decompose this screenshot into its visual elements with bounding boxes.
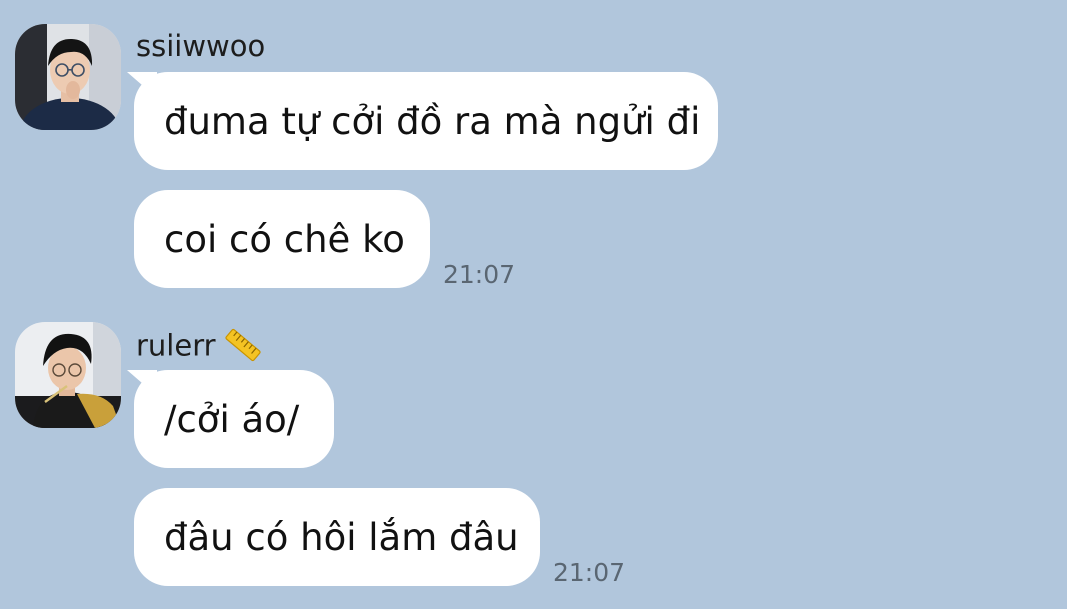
avatar-ssiiwwoo[interactable]	[15, 24, 121, 130]
message-timestamp: 21:07	[443, 260, 516, 289]
avatar-rulerr[interactable]	[15, 322, 121, 428]
message-text: coi có chê ko	[164, 217, 405, 261]
sender-name[interactable]: rulerr	[136, 326, 262, 369]
message-text: /cởi áo/	[164, 397, 300, 441]
avatar-photo-icon	[15, 322, 121, 428]
message-bubble[interactable]: đuma tự cởi đồ ra mà ngửi đi	[134, 72, 718, 170]
avatar-photo-icon	[15, 24, 121, 130]
sender-name[interactable]: ssiiwwoo	[136, 32, 265, 61]
message-timestamp: 21:07	[553, 558, 626, 587]
message-text: đâu có hôi lắm đâu	[164, 515, 519, 559]
ruler-icon	[224, 326, 262, 369]
message-bubble[interactable]: /cởi áo/	[134, 370, 334, 468]
message-bubble[interactable]: đâu có hôi lắm đâu	[134, 488, 540, 586]
message-bubble[interactable]: coi có chê ko	[134, 190, 430, 288]
message-text: đuma tự cởi đồ ra mà ngửi đi	[164, 99, 701, 143]
